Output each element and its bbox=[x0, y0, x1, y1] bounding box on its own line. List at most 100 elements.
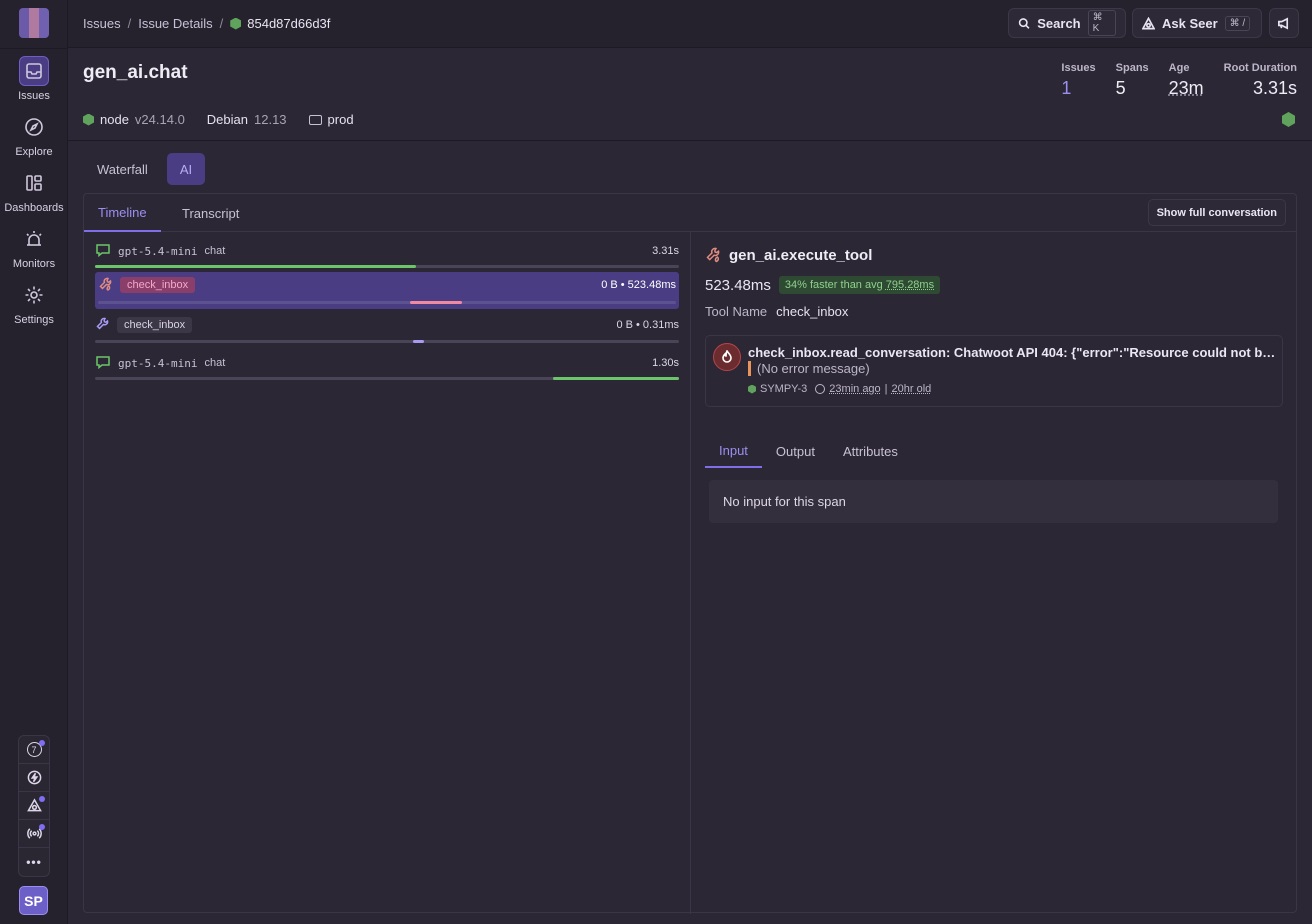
issue-title[interactable]: check_inbox.read_conversation: Chatwoot … bbox=[748, 345, 1278, 360]
seer-button[interactable] bbox=[19, 792, 49, 820]
badge-prefix: 34% faster than avg bbox=[784, 279, 883, 291]
sidebar-item-label: Monitors bbox=[12, 258, 56, 270]
stat-label: Spans bbox=[1115, 62, 1149, 74]
empty-input-message: No input for this span bbox=[709, 480, 1278, 523]
span-duration-row: 523.48ms 34% faster than avg 795.28ms bbox=[705, 276, 1283, 294]
inbox-icon bbox=[19, 56, 49, 86]
tool-name-label: Tool Name bbox=[705, 304, 768, 319]
trace-stats: Issues 1 Spans 5 Age 23m Root Duration 3… bbox=[1061, 62, 1297, 99]
row-line: check_inbox 0 B • 0.31ms bbox=[95, 316, 679, 334]
tab-input[interactable]: Input bbox=[705, 435, 762, 468]
sidebar-divider bbox=[0, 48, 68, 49]
tab-transcript[interactable]: Transcript bbox=[168, 194, 253, 232]
span-track bbox=[95, 377, 679, 380]
span-bar bbox=[410, 301, 463, 304]
ai-panel: Timeline Transcript Show full conversati… bbox=[83, 193, 1297, 914]
issue-id[interactable]: SYMPY-3 bbox=[760, 383, 807, 395]
tab-waterfall[interactable]: Waterfall bbox=[84, 153, 161, 185]
timeline-row[interactable]: gpt-5.4-mini chat 1.30s bbox=[95, 354, 679, 380]
issue-card[interactable]: check_inbox.read_conversation: Chatwoot … bbox=[705, 335, 1283, 407]
span-duration: 523.48ms bbox=[705, 276, 771, 294]
meta-separator: | bbox=[884, 383, 888, 395]
tab-attributes[interactable]: Attributes bbox=[829, 435, 912, 468]
breadcrumb-trace: 854d87d66d3f bbox=[230, 16, 330, 31]
sidebar-item-explore[interactable]: Explore bbox=[0, 112, 68, 158]
breadcrumb-issue-details[interactable]: Issue Details bbox=[138, 16, 212, 31]
span-metric: 0 B • 523.48ms bbox=[601, 279, 676, 291]
sidebar-item-settings[interactable]: Settings bbox=[0, 280, 68, 326]
environment-name: prod bbox=[327, 112, 354, 127]
search-button[interactable]: Search ⌘ K bbox=[1008, 8, 1126, 38]
stat-value: 3.31s bbox=[1252, 78, 1297, 98]
project-hex-icon[interactable] bbox=[1282, 112, 1295, 127]
sidebar-tools: 7 ••• bbox=[18, 735, 50, 877]
chat-icon bbox=[95, 354, 111, 373]
os-version: 12.13 bbox=[254, 112, 287, 127]
notification-dot bbox=[39, 824, 45, 830]
span-name: gpt-5.4-mini bbox=[118, 356, 198, 370]
stat-issues: Issues 1 bbox=[1061, 62, 1095, 99]
stat-value: 5 bbox=[1115, 78, 1126, 98]
ask-seer-button[interactable]: Ask Seer ⌘ / bbox=[1132, 8, 1262, 38]
project-hex-icon bbox=[230, 17, 242, 30]
tab-timeline[interactable]: Timeline bbox=[84, 194, 161, 232]
row-line: gpt-5.4-mini chat 1.30s bbox=[95, 354, 679, 372]
stat-age: Age 23m bbox=[1169, 62, 1204, 99]
issue-message: (No error message) bbox=[748, 361, 870, 376]
trace-meta: node v24.14.0 Debian 12.13 prod bbox=[83, 112, 368, 127]
comparison-badge: 34% faster than avg 795.28ms bbox=[778, 276, 941, 294]
panel-tabs: Timeline Transcript Show full conversati… bbox=[84, 194, 1296, 232]
feedback-button[interactable] bbox=[1269, 8, 1299, 38]
detail-tabs: Input Output Attributes bbox=[705, 435, 1283, 468]
compass-icon bbox=[19, 112, 49, 142]
span-bar bbox=[553, 377, 679, 380]
org-logo[interactable] bbox=[19, 8, 49, 38]
row-line: check_inbox 0 B • 523.48ms bbox=[98, 276, 676, 294]
sidebar-item-label: Issues bbox=[18, 90, 50, 102]
show-full-conversation-button[interactable]: Show full conversation bbox=[1147, 199, 1286, 226]
span-track bbox=[98, 301, 676, 304]
whats-new-button[interactable]: 7 bbox=[19, 736, 49, 764]
timeline-row[interactable]: check_inbox 0 B • 0.31ms bbox=[95, 316, 679, 343]
broadcasts-button[interactable] bbox=[19, 820, 49, 848]
sidebar-item-label: Settings bbox=[14, 314, 54, 326]
environment-tag: prod bbox=[308, 112, 354, 127]
performance-button[interactable] bbox=[19, 764, 49, 792]
fire-icon bbox=[713, 343, 741, 371]
tab-ai[interactable]: AI bbox=[166, 153, 206, 185]
timeline-row[interactable]: gpt-5.4-mini chat 3.31s bbox=[95, 242, 679, 268]
top-bar: Issues / Issue Details / 854d87d66d3f Se… bbox=[68, 0, 1312, 48]
span-kind: chat bbox=[204, 245, 226, 257]
panel-divider[interactable] bbox=[690, 232, 691, 914]
badge-avg: 795.28ms bbox=[885, 279, 935, 291]
sidebar-item-label: Dashboards bbox=[4, 202, 64, 214]
breadcrumb-separator: / bbox=[127, 16, 132, 31]
tool-name-value: check_inbox bbox=[776, 304, 849, 319]
issue-age-group: 23min ago | 20hr old bbox=[815, 383, 931, 395]
issue-id-group: SYMPY-3 bbox=[748, 383, 807, 395]
stat-value[interactable]: 1 bbox=[1061, 78, 1095, 99]
sidebar-item-dashboards[interactable]: Dashboards bbox=[0, 168, 68, 214]
trace-header: gen_ai.chat node v24.14.0 Debian 12.13 p… bbox=[68, 48, 1312, 141]
trace-id: 854d87d66d3f bbox=[247, 16, 331, 31]
span-bar bbox=[413, 340, 424, 343]
more-button[interactable]: ••• bbox=[19, 848, 49, 876]
tool-fire-icon bbox=[98, 276, 114, 295]
ask-seer-label: Ask Seer bbox=[1162, 15, 1218, 31]
breadcrumb-issues[interactable]: Issues bbox=[83, 16, 121, 31]
sidebar-item-monitors[interactable]: Monitors bbox=[0, 224, 68, 270]
megaphone-icon bbox=[1278, 17, 1289, 29]
tool-fire-icon bbox=[706, 247, 720, 263]
sidebar-item-label: Explore bbox=[15, 146, 53, 158]
span-bar bbox=[95, 265, 417, 268]
notification-dot bbox=[39, 796, 45, 802]
search-label: Search bbox=[1037, 15, 1081, 31]
chat-icon bbox=[95, 242, 111, 261]
search-icon bbox=[1018, 17, 1030, 29]
timeline-row-selected[interactable]: check_inbox 0 B • 523.48ms bbox=[95, 272, 679, 309]
sidebar-item-issues[interactable]: Issues bbox=[0, 56, 68, 102]
avatar[interactable]: SP bbox=[19, 886, 48, 915]
bolt-icon bbox=[27, 770, 41, 785]
tab-output[interactable]: Output bbox=[762, 435, 829, 468]
dashboard-icon bbox=[19, 168, 49, 198]
